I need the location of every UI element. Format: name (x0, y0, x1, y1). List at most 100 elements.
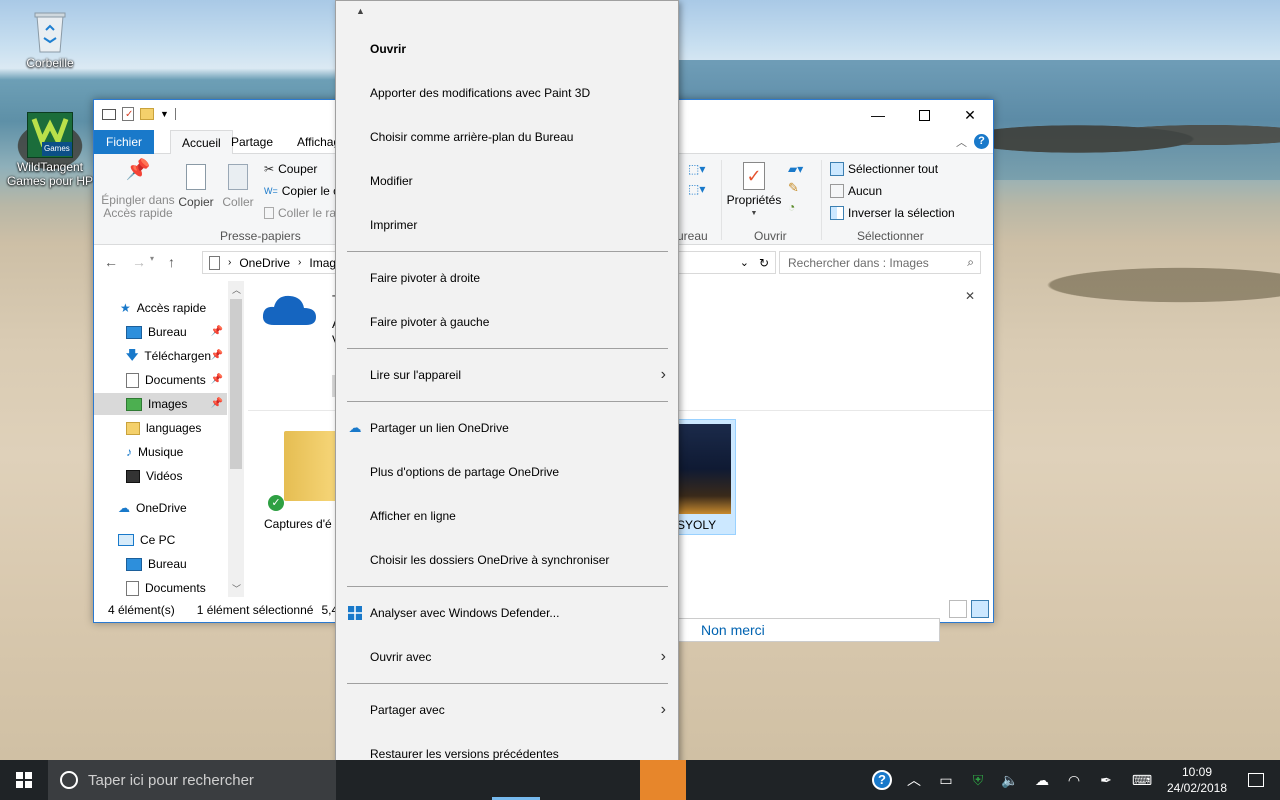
onedrive-tray-icon[interactable]: ☁ (1026, 760, 1058, 800)
copy-button[interactable]: Copier (178, 164, 214, 209)
details-view-button[interactable] (949, 600, 967, 618)
history-icon[interactable]: ◔ (788, 200, 812, 214)
nav-item-music[interactable]: ♪ Musique (94, 441, 227, 463)
paste-button[interactable]: Coller (220, 164, 256, 209)
nav-item-pc-desktop[interactable]: Bureau (94, 553, 227, 575)
taskbar-flashing-app[interactable] (640, 760, 686, 800)
menu-scroll-up-icon[interactable]: ▲ (356, 6, 365, 16)
pin-icon[interactable]: 📌 (211, 350, 223, 361)
nav-item-languages[interactable]: languages (94, 417, 227, 439)
copy-to-icon[interactable]: ⬚▾ (688, 182, 716, 196)
properties-dropdown-icon[interactable]: ▼ (726, 207, 782, 220)
close-button[interactable]: ✕ (947, 100, 993, 130)
pin-quick-access-button[interactable]: 📌 Épingler dans Accès rapide (100, 160, 176, 220)
maximize-button[interactable] (901, 100, 947, 130)
nav-item-downloads[interactable]: 🡇 Téléchargen 📌 (94, 345, 227, 367)
wallpaper-seaweed (950, 255, 1280, 315)
desktop-icon-recycle-bin[interactable]: Corbeille (2, 10, 98, 70)
menu-item-open-with[interactable]: Ouvrir avec › (336, 635, 678, 679)
show-hidden-icons-icon[interactable]: ︿ (898, 760, 930, 800)
select-all-button[interactable]: Sélectionner tout (830, 162, 938, 176)
nav-item-images[interactable]: Images 📌 (94, 393, 227, 415)
search-box[interactable]: Rechercher dans : Images ⌕ (779, 251, 981, 274)
copy-path-button[interactable]: W= Copier le c (264, 184, 339, 198)
large-icons-view-button[interactable] (971, 600, 989, 618)
select-none-button[interactable]: Aucun (830, 184, 882, 198)
scrollbar-thumb[interactable] (230, 299, 242, 469)
menu-item-edit-paint3d[interactable]: Apporter des modifications avec Paint 3D (336, 71, 678, 115)
nav-item-label: Ce PC (140, 533, 176, 547)
nav-item-this-pc[interactable]: Ce PC (94, 529, 227, 551)
volume-icon[interactable]: 🔈 (994, 760, 1026, 800)
nav-item-documents[interactable]: Documents 📌 (94, 369, 227, 391)
customize-qat-icon[interactable]: ▼ (160, 109, 169, 119)
wifi-icon[interactable]: ◠ (1058, 760, 1090, 800)
image-thumbnail (677, 424, 731, 514)
cut-button[interactable]: ✂ Couper (264, 162, 317, 176)
action-center-button[interactable] (1232, 760, 1280, 800)
nav-item-pc-documents[interactable]: Documents (94, 577, 227, 599)
pin-icon[interactable]: 📌 (211, 326, 223, 337)
menu-item-rotate-left[interactable]: Faire pivoter à gauche (336, 300, 678, 344)
menu-item-cast-to-device[interactable]: Lire sur l'appareil › (336, 353, 678, 397)
properties-icon: ✓ (743, 162, 765, 190)
pin-icon[interactable]: 📌 (211, 398, 223, 409)
up-arrow-icon[interactable]: ↑ (168, 254, 175, 270)
breadcrumb-images[interactable]: Imag (309, 256, 336, 270)
new-folder-qat-icon[interactable] (140, 108, 154, 120)
nav-item-videos[interactable]: Vidéos (94, 465, 227, 487)
menu-item-more-onedrive-sharing[interactable]: Plus d'options de partage OneDrive (336, 450, 678, 494)
breadcrumb-separator-icon: › (298, 257, 302, 268)
help-tray-icon[interactable]: ? (866, 760, 898, 800)
menu-item-windows-defender-scan[interactable]: Analyser avec Windows Defender... (336, 591, 678, 635)
menu-item-set-wallpaper[interactable]: Choisir comme arrière-plan du Bureau (336, 115, 678, 159)
move-to-icon[interactable]: ⬚▾ (688, 162, 716, 176)
taskbar-search-box[interactable]: Taper ici pour rechercher (48, 760, 336, 800)
window-menu-icon[interactable] (102, 108, 116, 120)
selected-image-tile[interactable]: SYOLY (676, 419, 736, 535)
menu-item-share-with[interactable]: Partager avec › (336, 688, 678, 732)
properties-qat-icon[interactable]: ✓ (122, 107, 134, 121)
menu-item-view-online[interactable]: Afficher en ligne (336, 494, 678, 538)
defender-shield-icon[interactable]: ⛨ (962, 760, 994, 800)
refresh-icon[interactable]: ↻ (759, 256, 769, 270)
no-thanks-link[interactable]: Non merci (676, 618, 940, 642)
breadcrumb-onedrive[interactable]: OneDrive (239, 256, 290, 270)
edit-icon[interactable]: ✎ (788, 180, 812, 196)
back-arrow-icon[interactable]: ← (104, 254, 118, 270)
pen-workspace-icon[interactable]: ✒ (1090, 760, 1122, 800)
scroll-up-icon[interactable]: ︿ (232, 283, 241, 296)
forward-arrow-icon[interactable]: → (132, 254, 146, 270)
nav-item-label: OneDrive (136, 501, 187, 515)
tab-fichier[interactable]: Fichier (94, 130, 155, 154)
folder-tile[interactable]: ✓ Captures d'é (264, 425, 338, 531)
scroll-down-icon[interactable]: ﹀ (232, 582, 241, 595)
close-banner-icon[interactable]: ✕ (965, 289, 975, 303)
menu-item-print[interactable]: Imprimer (336, 203, 678, 247)
minimize-button[interactable]: — (855, 100, 901, 130)
start-button[interactable] (0, 760, 48, 800)
recent-locations-icon[interactable]: ▾ (150, 254, 154, 270)
open-icon[interactable]: ▰▾ (788, 162, 812, 176)
properties-button[interactable]: ✓ Propriétés ▼ (726, 162, 782, 220)
nav-item-onedrive[interactable]: ☁ OneDrive (94, 497, 227, 519)
battery-icon[interactable]: ▭ (930, 760, 962, 800)
menu-item-choose-onedrive-folders[interactable]: Choisir les dossiers OneDrive à synchron… (336, 538, 678, 582)
nav-item-desktop[interactable]: Bureau 📌 (94, 321, 227, 343)
menu-item-rotate-right[interactable]: Faire pivoter à droite (336, 256, 678, 300)
help-icon[interactable]: ? (974, 134, 989, 149)
pin-icon[interactable]: 📌 (211, 374, 223, 385)
touch-keyboard-icon[interactable]: ⌨ (1122, 760, 1162, 800)
menu-item-open[interactable]: Ouvrir (336, 27, 678, 71)
clock[interactable]: 10:09 24/02/2018 (1162, 764, 1232, 796)
nav-item-quick-access[interactable]: ★ Accès rapide (94, 297, 227, 319)
collapse-ribbon-icon[interactable]: ︿ (956, 134, 967, 150)
tab-partage[interactable]: Partage (220, 130, 284, 154)
menu-item-edit[interactable]: Modifier (336, 159, 678, 203)
menu-item-share-onedrive-link[interactable]: ☁ Partager un lien OneDrive (336, 406, 678, 450)
nav-pane-scrollbar[interactable]: ︿ ﹀ (228, 281, 244, 597)
address-dropdown-icon[interactable]: ⌄ (740, 256, 749, 269)
paste-shortcut-button[interactable]: Coller le ra (264, 206, 336, 220)
desktop-icon-wildtangent[interactable]: Games WildTangent Games pour HP (2, 112, 98, 188)
invert-selection-button[interactable]: Inverser la sélection (830, 206, 955, 220)
